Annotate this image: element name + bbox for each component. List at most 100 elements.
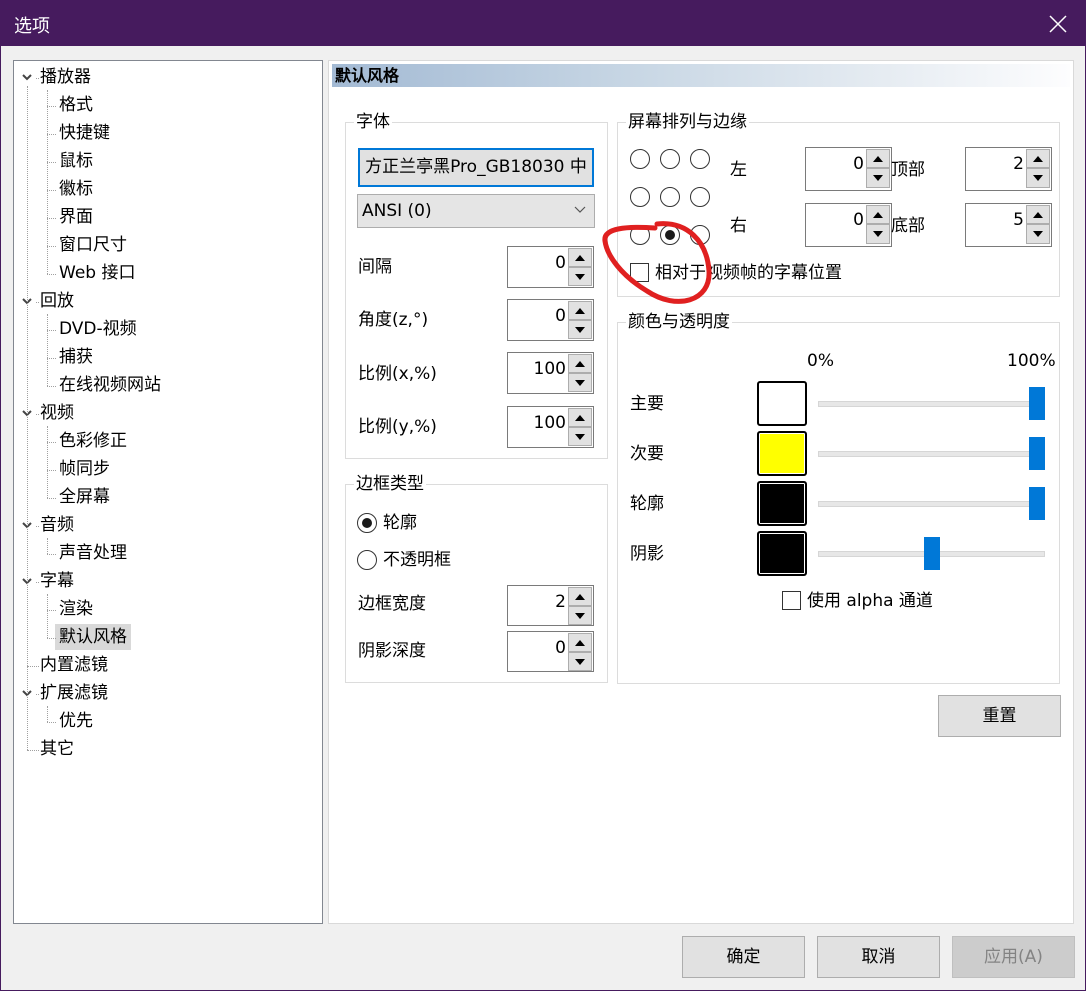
spin-up-button[interactable] — [1026, 205, 1050, 224]
spin-up-button[interactable] — [866, 149, 890, 168]
font-select-button[interactable]: 方正兰亭黑Pro_GB18030 中 — [358, 148, 594, 187]
spin-down-button[interactable] — [866, 168, 890, 188]
spin-down-button[interactable] — [866, 224, 890, 244]
spin-down-button[interactable] — [568, 320, 592, 339]
tree-item[interactable]: 全屏幕 — [55, 484, 114, 510]
tree-item[interactable]: 视频 — [36, 400, 78, 426]
tree-item[interactable]: 渲染 — [55, 596, 97, 622]
angle-spinner[interactable]: 0 — [507, 299, 594, 341]
left-margin-spinner[interactable]: 0 — [805, 147, 892, 191]
ok-button[interactable]: 确定 — [682, 936, 805, 978]
chevron-down-icon[interactable] — [22, 74, 32, 82]
tree-item[interactable]: 鼠标 — [55, 148, 97, 174]
arrow-down-icon — [575, 273, 585, 280]
tree-item[interactable]: 优先 — [55, 708, 97, 734]
opacity-slider-thumb[interactable] — [1029, 487, 1045, 520]
tree-item[interactable]: Web 接口 — [55, 260, 139, 286]
spin-up-button[interactable] — [568, 633, 592, 652]
tree-item[interactable]: 播放器 — [36, 64, 95, 90]
scale-x-label: 比例(x,%) — [358, 364, 437, 384]
tree-item[interactable]: 字幕 — [36, 568, 78, 594]
color-swatch[interactable] — [757, 481, 807, 526]
right-margin-spinner[interactable]: 0 — [805, 203, 892, 247]
tree-item[interactable]: DVD-视频 — [55, 316, 141, 342]
shadow-depth-spinner[interactable]: 0 — [507, 631, 594, 672]
close-button[interactable] — [1031, 1, 1085, 46]
alignment-radio-bottom-right[interactable] — [690, 225, 710, 245]
border-width-spinner[interactable]: 2 — [507, 585, 594, 626]
charset-select[interactable]: ANSI (0) — [357, 194, 595, 228]
spin-down-button[interactable] — [568, 652, 592, 671]
tree-item[interactable]: 回放 — [36, 288, 78, 314]
tree-item[interactable]: 界面 — [55, 204, 97, 230]
color-swatch[interactable] — [757, 381, 807, 426]
spin-up-button[interactable] — [1026, 149, 1050, 168]
bottom-margin-spinner[interactable]: 5 — [965, 203, 1052, 247]
opacity-scale-max: 100% — [1007, 351, 1056, 371]
arrow-down-icon — [575, 612, 585, 619]
alignment-radio-top-right[interactable] — [690, 149, 710, 169]
tree-item[interactable]: 帧同步 — [55, 456, 114, 482]
arrow-down-icon — [575, 379, 585, 386]
tree-connector — [47, 90, 48, 274]
radio-opaque-box[interactable] — [357, 550, 377, 570]
spin-down-button[interactable] — [568, 427, 592, 446]
tree-connector — [36, 78, 39, 79]
color-swatch[interactable] — [757, 531, 807, 576]
spin-down-button[interactable] — [568, 606, 592, 625]
opacity-slider-thumb[interactable] — [923, 537, 940, 570]
opacity-slider-thumb[interactable] — [1029, 387, 1045, 420]
alignment-radio-middle-left[interactable] — [630, 187, 650, 207]
reset-button[interactable]: 重置 — [938, 695, 1061, 737]
spin-up-button[interactable] — [568, 587, 592, 606]
tree-item[interactable]: 窗口尺寸 — [55, 232, 131, 258]
alignment-radio-top-center[interactable] — [660, 149, 680, 169]
radio-outline[interactable] — [357, 513, 377, 533]
tree-item[interactable]: 其它 — [36, 736, 78, 762]
spin-up-button[interactable] — [568, 248, 592, 267]
tree-item[interactable]: 格式 — [55, 92, 97, 118]
spin-up-button[interactable] — [568, 301, 592, 320]
position-group-label: 屏幕排列与边缘 — [626, 112, 749, 132]
tree-connector — [47, 538, 48, 554]
top-margin-spinner[interactable]: 2 — [965, 147, 1052, 191]
tree-item[interactable]: 扩展滤镜 — [36, 680, 112, 706]
opacity-slider-track[interactable] — [818, 401, 1045, 407]
spin-up-button[interactable] — [866, 205, 890, 224]
spin-down-button[interactable] — [568, 267, 592, 286]
tree-item[interactable]: 在线视频网站 — [55, 372, 165, 398]
spacing-spinner[interactable]: 0 — [507, 246, 594, 288]
opacity-slider-track[interactable] — [818, 451, 1045, 457]
spin-down-button[interactable] — [568, 373, 592, 392]
spin-down-button[interactable] — [1026, 224, 1050, 244]
relative-position-checkbox[interactable] — [630, 263, 649, 282]
alignment-radio-bottom-center[interactable] — [660, 225, 680, 245]
color-swatch[interactable] — [757, 431, 807, 476]
tree-item[interactable]: 音频 — [36, 512, 78, 538]
tree-item[interactable]: 默认风格 — [55, 624, 131, 650]
spin-up-button[interactable] — [568, 408, 592, 427]
scale-x-value: 100 — [533, 359, 566, 379]
alignment-radio-top-left[interactable] — [630, 149, 650, 169]
tree-item[interactable]: 徽标 — [55, 176, 97, 202]
tree-item[interactable]: 内置滤镜 — [36, 652, 112, 678]
use-alpha-checkbox[interactable] — [782, 591, 801, 610]
angle-value: 0 — [555, 306, 566, 326]
opacity-slider-track[interactable] — [818, 501, 1045, 507]
opacity-slider-thumb[interactable] — [1029, 437, 1045, 470]
tree-item[interactable]: 快捷键 — [55, 120, 114, 146]
spin-up-button[interactable] — [568, 354, 592, 373]
tree-item[interactable]: 声音处理 — [55, 540, 131, 566]
tree-connector — [47, 314, 48, 386]
scale-y-spinner[interactable]: 100 — [507, 406, 594, 448]
alignment-radio-middle-right[interactable] — [690, 187, 710, 207]
tree-connector — [47, 106, 56, 107]
scale-x-spinner[interactable]: 100 — [507, 352, 594, 394]
tree-item[interactable]: 色彩修正 — [55, 428, 131, 454]
arrow-up-icon — [575, 414, 585, 421]
alignment-radio-middle-center[interactable] — [660, 187, 680, 207]
spin-down-button[interactable] — [1026, 168, 1050, 188]
cancel-button[interactable]: 取消 — [817, 936, 940, 978]
alignment-radio-bottom-left[interactable] — [630, 225, 650, 245]
tree-item[interactable]: 捕获 — [55, 344, 97, 370]
